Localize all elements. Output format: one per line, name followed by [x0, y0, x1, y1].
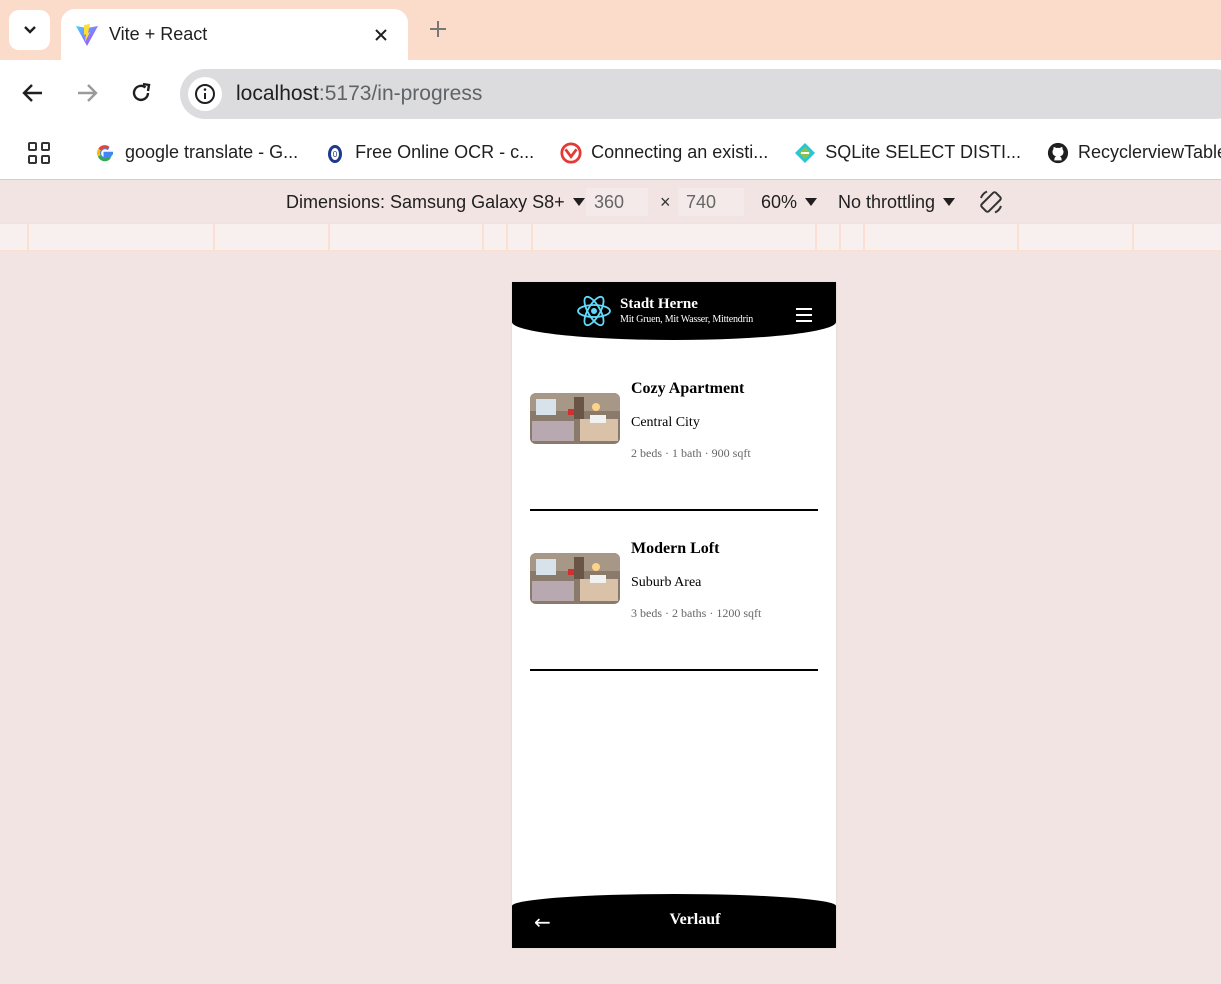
ruler-tick	[863, 224, 865, 251]
ruler-tick	[815, 224, 817, 251]
ocr-icon: 0	[324, 142, 346, 164]
zoom-label: 60%	[761, 191, 798, 212]
throttling-select[interactable]: No throttling	[838, 191, 956, 213]
device-select[interactable]: Dimensions: Samsung Galaxy S8+	[286, 192, 585, 213]
red-logo-icon	[560, 141, 582, 164]
ruler-tick	[1132, 224, 1134, 251]
bookmark-label: Free Online OCR - c...	[355, 142, 535, 162]
listing-thumbnail	[530, 553, 620, 604]
plus-icon	[430, 21, 446, 37]
sqlite-icon	[794, 142, 816, 164]
url-host: localhost	[236, 82, 319, 105]
listing-thumbnail	[530, 393, 620, 444]
url-path: :5173/in-progress	[318, 82, 483, 105]
bookmark-label: SQLite SELECT DISTI...	[825, 142, 1021, 162]
ruler-tick	[839, 224, 841, 251]
app-subtitle: Mit Gruen, Mit Wasser, Mittendrin	[620, 314, 754, 325]
site-info-icon[interactable]	[188, 77, 222, 111]
ruler-tick	[328, 224, 330, 251]
listing-title: Cozy Apartment	[631, 380, 745, 397]
listing-location: Central City	[631, 415, 700, 430]
ruler-tick	[506, 224, 508, 251]
zoom-select[interactable]: 60%	[761, 191, 818, 213]
bookmark-item[interactable]: 0 Free Online OCR - c...	[324, 142, 534, 164]
caret-down-icon	[572, 198, 585, 206]
ruler-tick	[1017, 224, 1019, 251]
app-footer: ← Verlauf	[512, 894, 836, 948]
brand: Stadt Herne Mit Gruen, Mit Wasser, Mitte…	[620, 296, 753, 326]
tab-search-button[interactable]	[9, 10, 50, 50]
ruler-tick	[531, 224, 533, 251]
bookmark-label: Connecting an existi...	[591, 142, 769, 162]
bookmarks-bar: google translate - G... 0 Free Online OC…	[0, 126, 1221, 180]
caret-down-icon	[805, 198, 818, 206]
bookmark-item[interactable]: Connecting an existi...	[560, 141, 769, 164]
app-header: Stadt Herne Mit Gruen, Mit Wasser, Mitte…	[512, 282, 836, 340]
listing-location: Suburb Area	[631, 575, 702, 590]
new-tab-button[interactable]	[426, 17, 450, 41]
arrow-right-icon	[78, 84, 98, 102]
chevron-down-icon	[23, 26, 36, 34]
times-icon: ×	[660, 191, 671, 212]
svg-text:0: 0	[333, 150, 338, 159]
forward-button[interactable]	[72, 78, 102, 108]
back-button[interactable]	[18, 78, 48, 108]
footer-title: Verlauf	[669, 911, 721, 928]
listing-title: Modern Loft	[631, 540, 720, 557]
media-query-ruler	[0, 223, 1221, 251]
listing-list: Cozy Apartment Central City 2 beds · 1 b…	[530, 380, 818, 671]
rotate-icon[interactable]	[977, 188, 1005, 216]
bookmark-item[interactable]: RecyclerviewTableVi...	[1047, 142, 1221, 164]
google-icon	[94, 142, 116, 164]
address-bar[interactable]: localhost:5173/in-progress	[180, 69, 1221, 119]
width-input[interactable]: 360	[586, 188, 648, 216]
device-select-label: Dimensions: Samsung Galaxy S8+	[286, 191, 565, 212]
caret-down-icon	[943, 198, 956, 206]
ruler-tick	[27, 224, 29, 251]
bookmark-item[interactable]: SQLite SELECT DISTI...	[794, 142, 1021, 164]
tab-strip: Vite + React	[0, 0, 1221, 60]
browser-toolbar: localhost:5173/in-progress	[0, 60, 1221, 126]
height-input[interactable]: 740	[678, 188, 744, 216]
apps-grid-icon[interactable]	[28, 141, 50, 164]
tab-title: Vite + React	[109, 24, 208, 44]
ruler-tick	[213, 224, 215, 251]
vite-icon	[76, 23, 98, 46]
throttling-label: No throttling	[838, 191, 936, 212]
url-text: localhost:5173/in-progress	[236, 82, 482, 106]
ruler-tick	[482, 224, 484, 251]
bookmark-label: RecyclerviewTableVi...	[1077, 142, 1221, 162]
tab-active[interactable]: Vite + React	[61, 9, 408, 60]
github-icon	[1047, 142, 1069, 164]
bookmark-item[interactable]: google translate - G...	[94, 142, 298, 164]
hamburger-menu-icon[interactable]	[796, 308, 812, 322]
list-item[interactable]: Cozy Apartment Central City 2 beds · 1 b…	[530, 380, 818, 511]
reload-icon	[132, 82, 151, 102]
arrow-left-icon	[22, 84, 42, 102]
listing-meta: 3 beds · 2 baths · 1200 sqft	[631, 606, 762, 620]
app-title: Stadt Herne	[620, 296, 698, 312]
device-viewport: Stadt Herne Mit Gruen, Mit Wasser, Mitte…	[512, 282, 836, 948]
react-logo-icon	[577, 295, 611, 327]
device-toolbar: Dimensions: Samsung Galaxy S8+ 360 × 740…	[0, 181, 1221, 223]
close-icon[interactable]	[370, 24, 392, 46]
listing-meta: 2 beds · 1 bath · 900 sqft	[631, 446, 751, 460]
bookmark-label: google translate - G...	[125, 142, 299, 162]
list-item[interactable]: Modern Loft Suburb Area 3 beds · 2 baths…	[530, 540, 818, 671]
reload-button[interactable]	[126, 78, 156, 108]
